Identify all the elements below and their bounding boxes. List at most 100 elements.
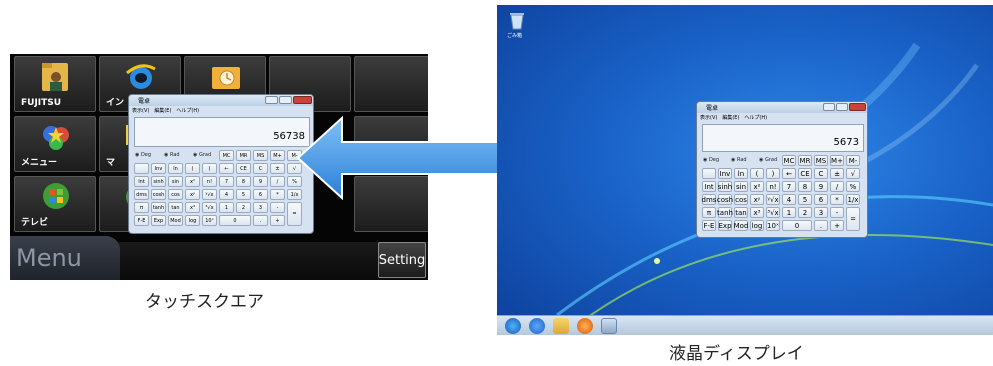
calc-key[interactable]: +	[830, 220, 844, 231]
calc-key[interactable]: (	[185, 163, 200, 174]
calc-key[interactable]: M+	[830, 155, 844, 166]
calc-key[interactable]: x²	[750, 181, 764, 192]
calc-key[interactable]: x³	[750, 207, 764, 218]
calc-key[interactable]: 9	[814, 181, 828, 192]
calc-key[interactable]: MS	[253, 150, 268, 161]
menu-view[interactable]: 表示(V)	[132, 107, 149, 115]
calc-key[interactable]: 1/x	[846, 194, 860, 205]
calc-key[interactable]: CE	[798, 168, 812, 179]
calc-key[interactable]: 7	[219, 176, 234, 187]
calc-key[interactable]: sin	[168, 176, 183, 187]
calc-key[interactable]: sin	[734, 181, 748, 192]
menu-view[interactable]: 表示(V)	[700, 114, 717, 122]
recycle-bin-icon[interactable]	[509, 11, 525, 31]
calc-key[interactable]: /	[830, 181, 844, 192]
explorer-taskbar-icon[interactable]	[553, 318, 569, 334]
calc-key[interactable]: *	[830, 194, 844, 205]
minimize-button[interactable]	[265, 96, 278, 104]
angle-unit-radio[interactable]: ◉ Deg	[135, 152, 151, 158]
calc-key[interactable]: MC	[219, 150, 234, 161]
calc-key[interactable]: (	[750, 168, 764, 179]
calc-key[interactable]: -	[270, 202, 285, 213]
close-button[interactable]	[849, 103, 866, 111]
calc-key[interactable]: 2	[798, 207, 812, 218]
calc-key[interactable]: √	[846, 168, 860, 179]
calc-key[interactable]: ln	[168, 163, 183, 174]
calc-key[interactable]: cosh	[717, 194, 733, 205]
calc-key[interactable]: 1	[219, 202, 234, 213]
calc-key[interactable]: Inv	[151, 163, 166, 174]
calc-key[interactable]: dms	[702, 194, 716, 205]
calc-key[interactable]: /	[270, 176, 285, 187]
angle-unit-radio[interactable]: ◉ Rad	[731, 157, 747, 163]
minimize-button[interactable]	[823, 103, 835, 111]
calc-key[interactable]: cos	[168, 189, 183, 200]
calc-key[interactable]: 7	[782, 181, 796, 192]
calc-key[interactable]: 9	[253, 176, 268, 187]
angle-unit-radio[interactable]: ◉ Deg	[703, 157, 719, 163]
calc-key[interactable]: Int	[702, 181, 716, 192]
calc-key[interactable]: 2	[236, 202, 251, 213]
calc-key[interactable]: 10ˣ	[202, 215, 217, 226]
calc-key[interactable]: ʸ√x	[766, 194, 780, 205]
calc-key[interactable]: Int	[134, 176, 149, 187]
calc-key[interactable]: 6	[814, 194, 828, 205]
menu-edit[interactable]: 編集(E)	[722, 114, 739, 122]
calc-key[interactable]: n!	[766, 181, 780, 192]
menu-help[interactable]: ヘルプ(H)	[744, 114, 767, 122]
calc-key[interactable]: ←	[219, 163, 234, 174]
calc-key[interactable]	[702, 168, 716, 179]
calc-key[interactable]: ±	[830, 168, 844, 179]
calc-key[interactable]: xʸ	[750, 194, 764, 205]
calculator-taskbar-icon[interactable]	[601, 318, 617, 334]
calc-key[interactable]: sinh	[718, 181, 732, 192]
calc-key[interactable]: cosh	[151, 189, 166, 200]
calc-key[interactable]: ³√x	[766, 207, 780, 218]
tile-tv[interactable]: テレビ	[14, 176, 96, 232]
calc-key[interactable]: 8	[798, 181, 812, 192]
calc-key[interactable]: Exp	[151, 215, 166, 226]
calc-key[interactable]: 5	[236, 189, 251, 200]
calc-key[interactable]: ←	[782, 168, 796, 179]
calc-key[interactable]: 5	[798, 194, 812, 205]
calc-key[interactable]: tan	[168, 202, 183, 213]
calc-key[interactable]: MR	[236, 150, 251, 161]
calc-key[interactable]: MC	[782, 155, 796, 166]
calc-key[interactable]: M+	[270, 150, 285, 161]
media-player-taskbar-icon[interactable]	[577, 318, 593, 334]
tile-empty[interactable]	[354, 56, 428, 112]
angle-unit-radio[interactable]: ◉ Rad	[164, 152, 180, 158]
calc-key[interactable]: %	[846, 181, 860, 192]
calc-key[interactable]: π	[134, 202, 149, 213]
calc-key[interactable]: 0	[219, 215, 251, 226]
calculator-window-touch[interactable]: 電卓 表示(V) 編集(E) ヘルプ(H) 56738 ◉ Deg ◉ Rad ◉ …	[128, 94, 314, 234]
setting-button[interactable]: Setting	[378, 242, 426, 278]
maximize-button[interactable]	[279, 96, 292, 104]
calc-key[interactable]: Inv	[718, 168, 732, 179]
calc-key[interactable]: cos	[734, 194, 748, 205]
calc-key[interactable]: .	[814, 220, 828, 231]
angle-unit-radio[interactable]: ◉ Grad	[193, 152, 211, 158]
calc-key[interactable]: M-	[846, 155, 860, 166]
calc-key[interactable]: MR	[798, 155, 812, 166]
calc-key[interactable]: 8	[236, 176, 251, 187]
calc-key[interactable]: .	[253, 215, 268, 226]
calc-key[interactable]: )	[202, 163, 217, 174]
calc-key[interactable]: sinh	[151, 176, 166, 187]
calc-key[interactable]: -	[830, 207, 844, 218]
calc-key[interactable]: =	[287, 202, 302, 226]
calc-key[interactable]: C	[814, 168, 828, 179]
close-button[interactable]	[293, 96, 312, 104]
maximize-button[interactable]	[836, 103, 848, 111]
calc-key[interactable]: tanh	[717, 207, 733, 218]
calc-key[interactable]: ±	[270, 163, 285, 174]
calc-key[interactable]: log	[185, 215, 200, 226]
calc-key[interactable]: π	[702, 207, 716, 218]
calc-key[interactable]: Exp	[718, 220, 732, 231]
ie-taskbar-icon[interactable]	[529, 318, 545, 334]
calc-key[interactable]: +	[270, 215, 285, 226]
calc-key[interactable]: log	[750, 220, 764, 231]
calc-key[interactable]: 10ˣ	[766, 220, 780, 231]
menu-edit[interactable]: 編集(E)	[154, 107, 171, 115]
calc-key[interactable]: ³√x	[202, 202, 217, 213]
